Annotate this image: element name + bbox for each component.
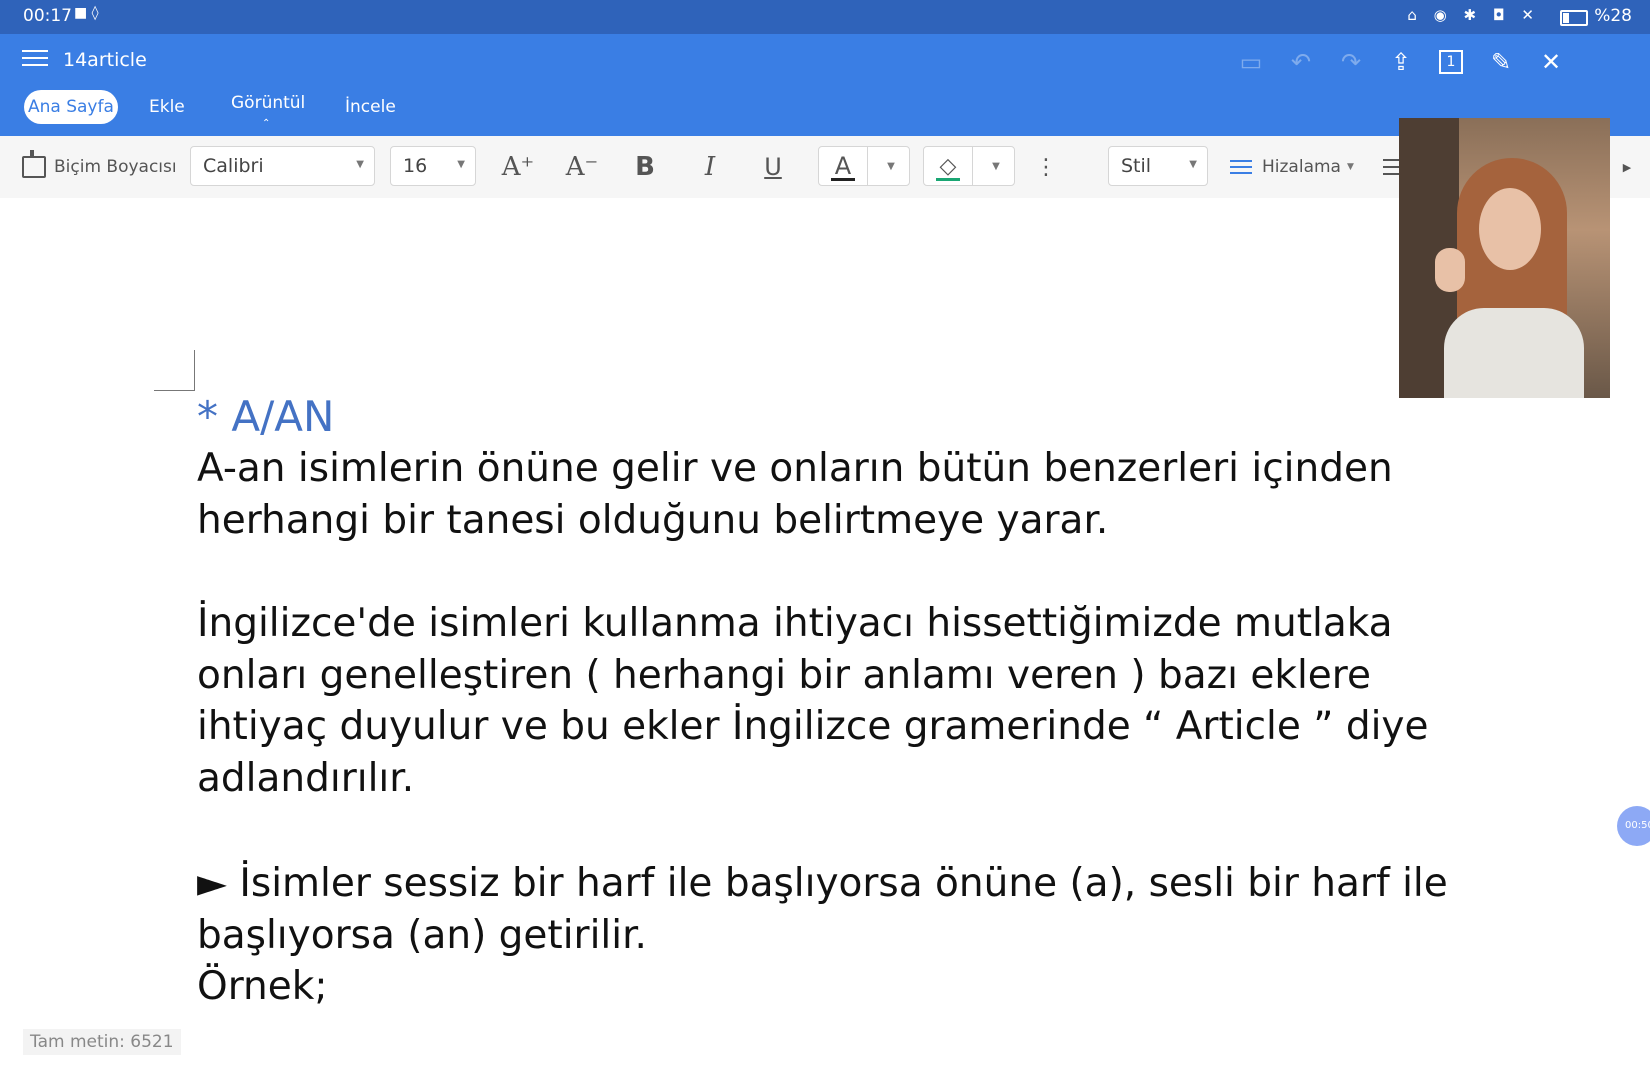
redo-icon[interactable]: ↷ <box>1331 42 1371 82</box>
highlighter-icon: ◇ <box>939 153 957 179</box>
battery-icon <box>1560 10 1588 26</box>
font-color-dropdown[interactable]: ▼ <box>873 147 909 185</box>
font-color-button[interactable]: A <box>819 147 868 185</box>
battery-level: %28 <box>1594 6 1632 26</box>
example-label: Örnek; <box>197 964 328 1009</box>
word-count-badge: Tam metin: 6521 <box>23 1029 181 1055</box>
document-heading: * A/AN <box>197 392 335 441</box>
paragraph-3: ► İsimler sessiz bir harf ile başlıyorsa… <box>197 861 1448 958</box>
font-size-select[interactable]: 16 ▼ <box>390 146 476 186</box>
font-size-value: 16 <box>403 155 428 177</box>
chevron-down-icon: ▼ <box>356 159 364 170</box>
margin-corner-mark <box>154 350 195 391</box>
format-painter-button[interactable]: Biçim Boyacısı <box>22 148 177 186</box>
edit-icon[interactable]: ✎ <box>1481 42 1521 82</box>
bold-button[interactable]: B <box>625 148 665 186</box>
tab-ekle[interactable]: Ekle <box>146 90 188 124</box>
highlight-control: ◇ ▼ <box>923 146 1015 186</box>
format-painter-label: Biçim Boyacısı <box>54 157 177 177</box>
align-button[interactable]: Hizalama ▼ <box>1230 148 1354 186</box>
font-name-value: Calibri <box>203 155 264 177</box>
italic-button[interactable]: I <box>690 148 730 186</box>
recording-timer-button[interactable]: 00:50 <box>1617 806 1650 846</box>
tab-incele[interactable]: İncele <box>342 90 399 124</box>
font-color-icon: A <box>834 152 852 180</box>
chevron-down-icon: ▼ <box>1346 162 1354 172</box>
underline-button[interactable]: U <box>753 148 793 186</box>
video-record-icon: ■ ◊ <box>74 5 99 21</box>
font-name-select[interactable]: Calibri ▼ <box>190 146 375 186</box>
undo-icon[interactable]: ↶ <box>1281 42 1321 82</box>
shrink-font-button[interactable]: A⁻ <box>562 148 602 186</box>
chevron-up-icon: ⌃ <box>262 118 271 129</box>
style-value: Stil <box>1121 155 1152 177</box>
paintbrush-icon <box>22 150 46 178</box>
style-select[interactable]: Stil ▼ <box>1108 146 1208 186</box>
webcam-video-overlay[interactable] <box>1399 118 1610 398</box>
font-color-control: A ▼ <box>818 146 910 186</box>
align-label: Hizalama <box>1262 157 1341 177</box>
status-time: 00:17 <box>23 6 72 26</box>
page-count-icon[interactable]: 1 <box>1431 42 1471 82</box>
highlight-dropdown[interactable]: ▼ <box>978 147 1014 185</box>
save-icon[interactable]: ▭ <box>1231 42 1271 82</box>
highlight-swatch <box>936 178 960 181</box>
paragraph-1: A-an isimlerin önüne gelir ve onların bü… <box>197 446 1393 543</box>
hamburger-menu-icon[interactable] <box>22 46 48 72</box>
align-left-icon <box>1230 156 1252 178</box>
highlight-button[interactable]: ◇ <box>924 147 973 185</box>
paragraph-2: İngilizce'de isimleri kullanma ihtiyacı … <box>197 601 1429 801</box>
chevron-right-icon[interactable]: ▶ <box>1620 148 1634 186</box>
status-bar: 00:17 ■ ◊ ⌂ ◉ ✱ ◘ ✕ %28 <box>0 0 1650 34</box>
document-title: 14article <box>63 49 147 71</box>
font-color-swatch <box>831 178 855 181</box>
more-options-icon[interactable]: ⋮ <box>1035 148 1057 186</box>
page-count: 1 <box>1439 50 1463 74</box>
share-icon[interactable]: ⇪ <box>1381 42 1421 82</box>
chevron-down-icon: ▼ <box>457 159 465 170</box>
grow-font-button[interactable]: A⁺ <box>498 148 538 186</box>
tab-ana-sayfa[interactable]: Ana Sayfa <box>24 90 118 124</box>
status-icons: ⌂ ◉ ✱ ◘ ✕ <box>1407 6 1540 24</box>
close-icon[interactable]: ✕ <box>1531 42 1571 82</box>
tab-goruntul[interactable]: Görüntül <box>228 86 308 120</box>
chevron-down-icon: ▼ <box>1189 159 1197 170</box>
